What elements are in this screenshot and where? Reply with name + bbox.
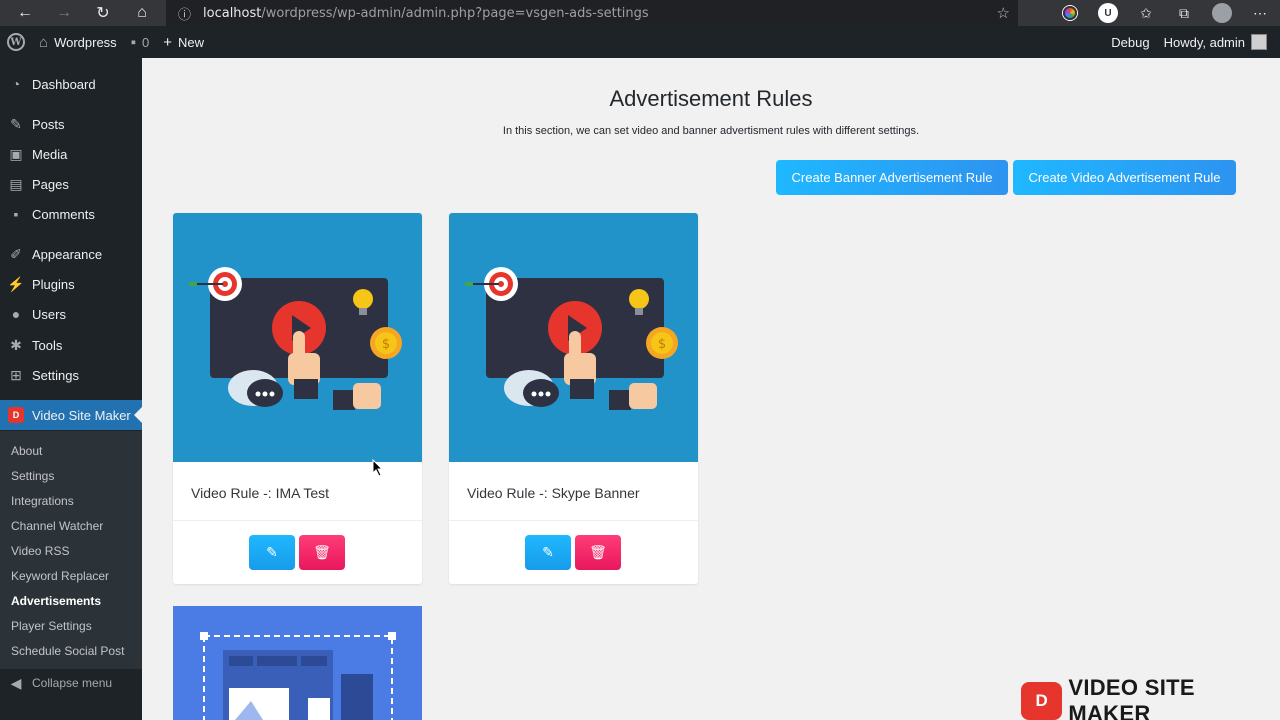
collections-icon[interactable]: ⧉ xyxy=(1174,3,1194,23)
home-icon: ⌂ xyxy=(39,33,49,51)
sidebar-item-pages[interactable]: ▤ Pages xyxy=(0,169,142,199)
comment-icon: ▪ xyxy=(130,33,137,51)
edit-rule-button[interactable]: ✎ xyxy=(249,535,295,570)
address-bar[interactable]: ⓘ localhost/wordpress/wp-admin/admin.php… xyxy=(166,0,1018,26)
submenu-item-video-rss[interactable]: Video RSS xyxy=(11,544,69,558)
profile-avatar[interactable] xyxy=(1212,3,1232,23)
vsm-submenu: About Settings Integrations Channel Watc… xyxy=(0,431,142,669)
sidebar-item-posts[interactable]: ✎ Posts xyxy=(0,109,142,139)
submenu-item-player-settings[interactable]: Player Settings xyxy=(11,619,92,633)
submenu-item-about[interactable]: About xyxy=(11,444,42,458)
submenu-item-keyword-replacer[interactable]: Keyword Replacer xyxy=(11,569,109,583)
submenu-item-schedule-social-post[interactable]: Schedule Social Post xyxy=(11,644,124,658)
divider xyxy=(449,520,698,521)
brush-icon: ✐ xyxy=(10,245,22,262)
brand-text: VIDEO SITE MAKER xyxy=(1068,675,1195,720)
edit-rule-button[interactable]: ✎ xyxy=(525,535,571,570)
extension-icons: U ✩ ⧉ ⋯ xyxy=(1060,0,1270,26)
delete-rule-button[interactable]: 🗑 xyxy=(575,535,621,570)
submenu-item-integrations[interactable]: Integrations xyxy=(11,494,74,508)
debug-link[interactable]: Debug xyxy=(1104,26,1156,58)
pencil-icon: ✎ xyxy=(542,544,554,560)
rule-card-title: Video Rule -: Skype Banner xyxy=(467,485,640,501)
account-menu[interactable]: Howdy, admin xyxy=(1157,26,1280,58)
page-description: In this section, we can set video and ba… xyxy=(502,125,920,137)
divider xyxy=(173,520,422,521)
color-extension-icon[interactable] xyxy=(1060,3,1080,23)
rule-card: $ Video Rule -: Skype Banner ✎ 🗑 xyxy=(449,213,698,584)
reload-icon[interactable]: ↻ xyxy=(84,0,122,26)
forward-arrow-icon[interactable]: → xyxy=(45,0,83,26)
video-ad-illustration: $ xyxy=(173,213,422,462)
sidebar-item-plugins[interactable]: ⚡ Plugins xyxy=(0,269,142,299)
dashboard-icon: ◔ xyxy=(11,76,21,92)
browser-toolbar: ← → ↻ ⌂ ⓘ localhost/wordpress/wp-admin/a… xyxy=(0,0,1280,26)
sidebar-item-users[interactable]: ● Users xyxy=(0,299,142,329)
pages-icon: ▤ xyxy=(9,175,23,192)
submenu-item-settings[interactable]: Settings xyxy=(11,469,54,483)
brand-watermark: D VIDEO SITE MAKER xyxy=(1021,675,1280,720)
delete-rule-button[interactable]: 🗑 xyxy=(299,535,345,570)
banner-ad-illustration xyxy=(173,606,422,720)
home-icon[interactable]: ⌂ xyxy=(123,0,161,26)
back-arrow-icon[interactable]: ← xyxy=(6,0,44,26)
trash-icon: 🗑 xyxy=(313,544,331,560)
svg-text:$: $ xyxy=(382,337,390,352)
pencil-icon: ✎ xyxy=(266,544,278,560)
avatar xyxy=(1251,34,1267,50)
create-video-rule-button[interactable]: Create Video Advertisement Rule xyxy=(1013,160,1236,195)
page-title: Advertisement Rules xyxy=(609,86,813,111)
trash-icon: 🗑 xyxy=(589,544,607,560)
create-banner-rule-button[interactable]: Create Banner Advertisement Rule xyxy=(776,160,1008,195)
sidebar-item-settings[interactable]: ⊞ Settings xyxy=(0,360,142,390)
ublock-icon[interactable]: U xyxy=(1098,3,1118,23)
sidebar-item-dashboard[interactable]: ◔ Dashboard xyxy=(0,69,142,99)
user-icon: ● xyxy=(11,306,21,322)
comments-link[interactable]: ▪ 0 xyxy=(124,26,157,58)
site-name-link[interactable]: ⌂ Wordpress xyxy=(32,26,124,58)
sidebar-item-video-site-maker[interactable]: D Video Site Maker xyxy=(0,400,142,430)
wrench-icon: ✱ xyxy=(10,336,22,353)
url-text: localhost/wordpress/wp-admin/admin.php?p… xyxy=(203,5,649,21)
collapse-icon: ◀ xyxy=(10,674,22,691)
plug-icon: ⚡ xyxy=(7,275,25,292)
favorites-icon[interactable]: ✩ xyxy=(1136,3,1156,23)
wp-admin-bar: W ⌂ Wordpress ▪ 0 + New Debug Howdy, admin xyxy=(0,26,1280,58)
more-menu-icon[interactable]: ⋯ xyxy=(1250,3,1270,23)
comment-icon: ▪ xyxy=(13,206,19,222)
collapse-menu-button[interactable]: ◀ Collapse menu xyxy=(0,668,142,698)
plus-icon: + xyxy=(163,33,173,51)
svg-text:$: $ xyxy=(658,337,666,352)
pin-icon: ✎ xyxy=(10,115,22,132)
active-menu-arrow xyxy=(134,407,142,423)
info-icon[interactable]: ⓘ xyxy=(178,4,191,23)
sidebar-item-media[interactable]: ▣ Media xyxy=(0,139,142,169)
sidebar-item-appearance[interactable]: ✐ Appearance xyxy=(0,239,142,269)
mouse-cursor-icon xyxy=(372,459,384,477)
submenu-item-advertisements[interactable]: Advertisements xyxy=(11,594,101,608)
submenu-item-channel-watcher[interactable]: Channel Watcher xyxy=(11,519,103,533)
brand-logo: D xyxy=(1021,682,1063,720)
sidebar-item-tools[interactable]: ✱ Tools xyxy=(0,330,142,360)
new-content-link[interactable]: + New xyxy=(156,26,211,58)
rule-card-title: Video Rule -: IMA Test xyxy=(191,485,329,501)
settings-icon: ⊞ xyxy=(10,366,22,383)
video-ad-illustration: $ xyxy=(449,213,698,462)
admin-sidebar: ◔ Dashboard ✎ Posts ▣ Media ▤ Pages ▪ Comment… xyxy=(0,58,142,720)
wp-logo-icon[interactable]: W xyxy=(0,26,32,58)
vsm-icon: D xyxy=(8,407,24,423)
star-icon[interactable]: ☆ xyxy=(997,4,1010,22)
media-icon: ▣ xyxy=(9,145,23,162)
sidebar-item-comments[interactable]: ▪ Comments xyxy=(0,199,142,229)
rule-card: $ Video Rule -: IMA Test ✎ 🗑 xyxy=(173,213,422,584)
